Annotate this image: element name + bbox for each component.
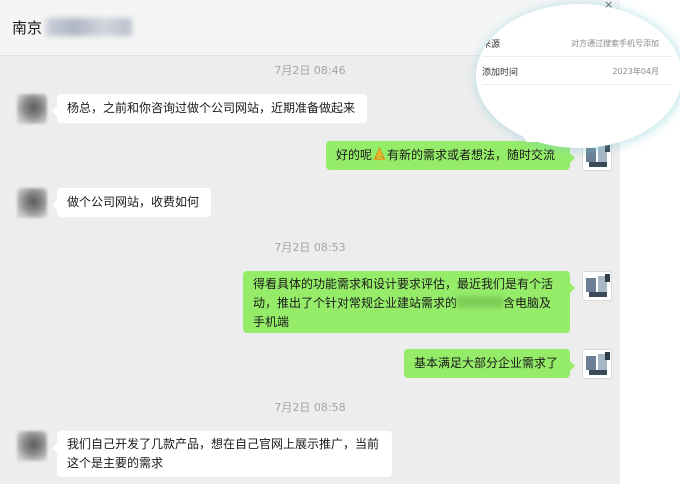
redacted-text xyxy=(457,296,504,308)
contact-avatar[interactable] xyxy=(17,188,47,218)
message-text-continued: 有新的需求或者想法，随时交流 xyxy=(387,148,556,162)
outgoing-message-bubble[interactable]: 得看具体的功能需求和设计要求评估，最近我们是有个活 动，推出了个针对常规企业建站… xyxy=(243,271,575,333)
message-text-line: 手机端 xyxy=(253,315,290,329)
added-time-value: 2023年04月 xyxy=(612,67,659,76)
my-avatar[interactable] xyxy=(582,349,612,379)
message-text: 好的呢 xyxy=(336,148,373,162)
message-timestamp: 7月2日 08:58 xyxy=(274,401,346,414)
message-text-line: 我们自己开发了几款产品，想在自己官网上展示推广，当前 xyxy=(67,437,380,451)
contact-avatar[interactable] xyxy=(17,431,47,461)
source-label: 来源 xyxy=(482,40,501,50)
my-avatar[interactable] xyxy=(582,271,612,301)
message-text: 做个公司网站，收费如何 xyxy=(67,195,200,209)
message-text: 杨总，之前和你咨询过做个公司网站，近期准备做起来 xyxy=(67,101,356,115)
message-timestamp: 7月2日 08:53 xyxy=(274,241,346,254)
incoming-message-bubble[interactable]: 杨总，之前和你咨询过做个公司网站，近期准备做起来 xyxy=(52,94,367,123)
incoming-message-bubble[interactable]: 做个公司网站，收费如何 xyxy=(52,188,211,217)
message-text: 基本满足大部分企业需求了 xyxy=(414,356,559,370)
message-text-line-end: 含电脑及 xyxy=(503,296,552,310)
contact-avatar[interactable] xyxy=(17,94,47,124)
source-value: 对方通过搜索手机号添加 xyxy=(571,39,659,48)
folded-hands-emoji-icon xyxy=(373,147,386,161)
message-text-line: 得看具体的功能需求和设计要求评估，最近我们是有个活 xyxy=(253,277,554,291)
callout-divider xyxy=(482,56,672,57)
contact-info-callout: 来源 对方通过搜索手机号添加 添加时间 2023年04月 xyxy=(476,4,680,148)
incoming-message-bubble[interactable]: 我们自己开发了几款产品，想在自己官网上展示推广，当前 这个是主要的需求 xyxy=(52,431,392,477)
outgoing-message-bubble[interactable]: 好的呢 有新的需求或者想法，随时交流 xyxy=(326,141,575,170)
contact-name[interactable]: 南京 xyxy=(12,17,42,38)
close-icon[interactable]: × xyxy=(604,0,613,11)
outgoing-message-bubble[interactable]: 基本满足大部分企业需求了 xyxy=(404,349,575,378)
message-text-line: 动，推出了个针对常规企业建站需求的 xyxy=(253,296,458,310)
message-text-line: 这个是主要的需求 xyxy=(67,456,164,470)
callout-divider xyxy=(482,84,672,85)
contact-name-redaction xyxy=(46,18,132,36)
added-time-label: 添加时间 xyxy=(482,68,519,78)
